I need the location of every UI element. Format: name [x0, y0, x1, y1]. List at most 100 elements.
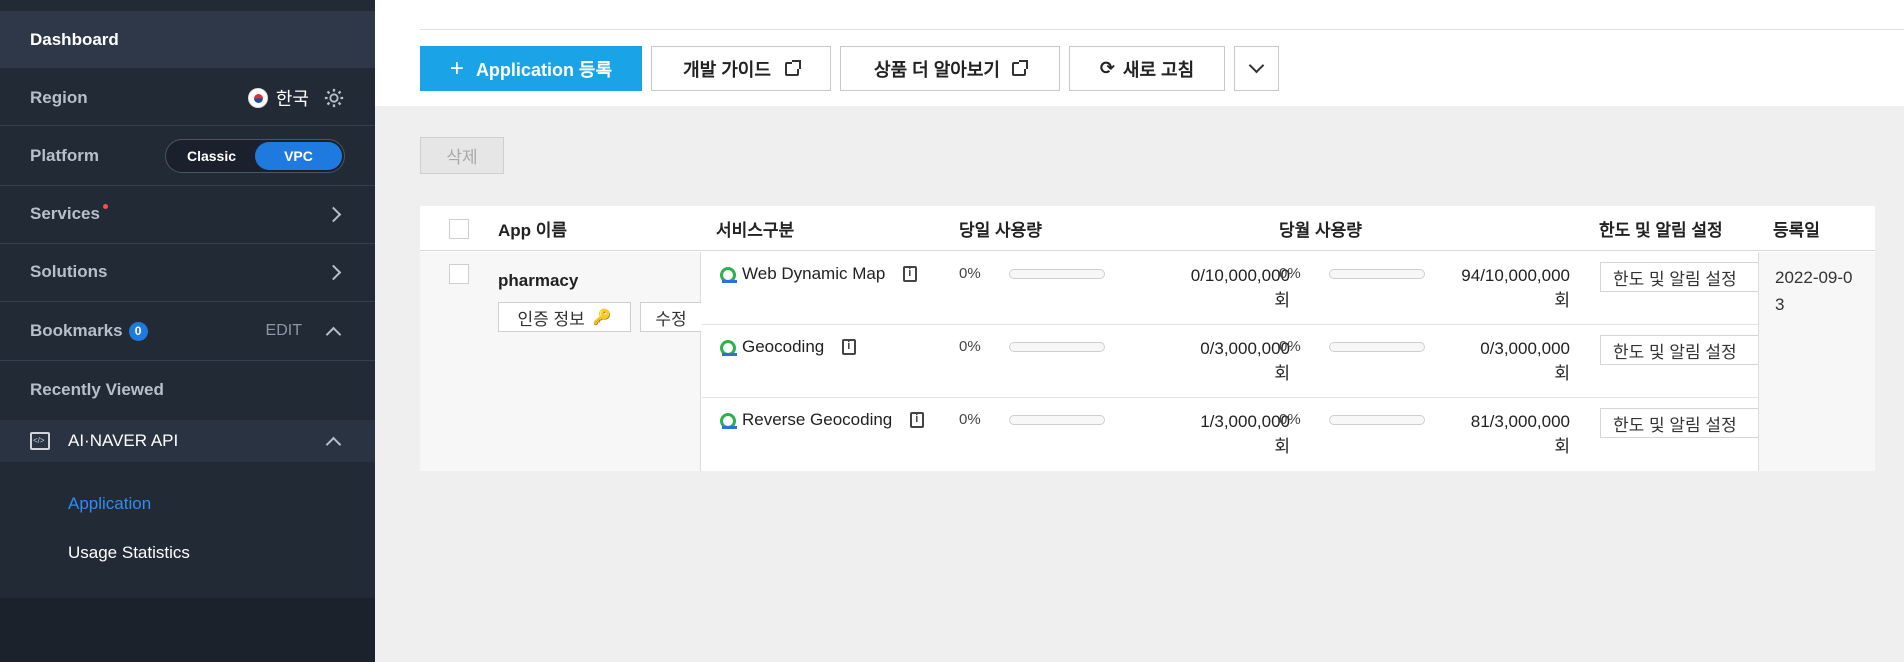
daily-usage-unit: 회 [1274, 364, 1290, 383]
gear-icon[interactable] [323, 87, 345, 109]
table-row: Web Dynamic Map 0% 0/10,000,000 회 0% 94/… [702, 252, 1758, 325]
korea-flag-icon [247, 88, 268, 108]
daily-usage-amount: 0/10,000,000 [1190, 266, 1290, 285]
sidebar-footer [0, 598, 375, 662]
registered-date-cell: 2022-09-03 [1758, 252, 1875, 471]
chevron-up-icon[interactable] [325, 326, 342, 342]
daily-usage-unit: 회 [1274, 437, 1290, 456]
bookmarks-count-badge: 0 [128, 321, 148, 341]
info-icon[interactable] [842, 339, 857, 355]
limit-settings-button[interactable]: 한도 및 알림 설정 [1600, 335, 1758, 365]
monthly-usage-amount: 0/3,000,000 [1480, 339, 1570, 358]
sidebar-item-services[interactable]: Services [0, 188, 375, 240]
monthly-usage-bar [1329, 269, 1425, 279]
chevron-right-icon [325, 206, 342, 222]
services-label: Services [30, 204, 100, 223]
sidebar-item-bookmarks[interactable]: Bookmarks 0 EDIT [0, 305, 375, 357]
sidebar-item-dashboard[interactable]: Dashboard [0, 11, 375, 68]
product-more-label: 상품 더 알아보기 [874, 59, 1000, 80]
dev-guide-label: 개발 가이드 [683, 59, 771, 80]
daily-usage-bar [1009, 415, 1105, 425]
divider [0, 125, 375, 126]
product-more-button[interactable]: 상품 더 알아보기 [840, 46, 1060, 91]
sidebar-item-ai-naver-api[interactable]: AI·NAVER API [0, 420, 375, 462]
sidebar-sub-usage-statistics[interactable]: Usage Statistics [68, 543, 190, 563]
daily-usage-value: 0/3,000,000 회 [1130, 336, 1290, 386]
daily-usage-value: 0/10,000,000 회 [1130, 263, 1290, 313]
platform-label: Platform [30, 146, 99, 165]
service-name: Reverse Geocoding [720, 410, 925, 430]
region-label: Region [30, 88, 88, 107]
bookmarks-edit-link[interactable]: EDIT [266, 322, 302, 340]
service-name: Web Dynamic Map [720, 264, 918, 284]
monthly-usage-amount: 81/3,000,000 [1470, 412, 1570, 431]
divider [0, 185, 375, 186]
sidebar-sub-application[interactable]: Application [68, 494, 151, 514]
app-name: pharmacy [498, 271, 579, 290]
recently-viewed-label: Recently Viewed [30, 380, 164, 399]
dashboard-label: Dashboard [30, 29, 119, 49]
chevron-up-icon [325, 436, 342, 452]
map-marker-icon [720, 340, 737, 356]
chevron-down-icon [1248, 57, 1265, 74]
sidebar-item-recently-viewed[interactable]: Recently Viewed [0, 364, 375, 416]
service-label: Reverse Geocoding [742, 410, 893, 429]
edit-app-button[interactable]: 수정 [640, 302, 701, 332]
monthly-usage-unit: 회 [1554, 437, 1570, 456]
monthly-percent: 0% [1279, 338, 1301, 355]
map-marker-icon [720, 267, 737, 283]
sidebar-item-solutions[interactable]: Solutions [0, 246, 375, 298]
auth-info-button[interactable]: 인증 정보 🔑 [498, 302, 631, 332]
platform-option-classic[interactable]: Classic [168, 142, 255, 170]
daily-percent: 0% [959, 265, 981, 282]
platform-row: Platform Classic VPC [0, 130, 375, 182]
map-marker-icon [720, 413, 737, 429]
header-monthly-usage: 당월 사용량 [1279, 221, 1362, 240]
limit-settings-button[interactable]: 한도 및 알림 설정 [1600, 408, 1758, 438]
header-limit-settings: 한도 및 알림 설정 [1599, 221, 1723, 240]
service-label: Geocoding [742, 337, 825, 356]
select-all-checkbox[interactable] [449, 218, 469, 239]
delete-button[interactable]: 삭제 [420, 137, 504, 174]
monthly-usage-unit: 회 [1554, 364, 1570, 383]
monthly-usage-value: 94/10,000,000 회 [1450, 263, 1570, 313]
plus-icon: + [449, 54, 464, 82]
registered-date: 2022-09-03 [1775, 268, 1853, 314]
key-icon: 🔑 [592, 309, 612, 326]
header-registered-date: 등록일 [1773, 221, 1820, 240]
daily-usage-bar [1009, 269, 1105, 279]
external-link-icon [784, 59, 801, 76]
notification-dot [102, 203, 108, 209]
monthly-usage-value: 0/3,000,000 회 [1410, 336, 1570, 386]
refresh-button[interactable]: ⟳ 새로 고침 [1069, 46, 1225, 91]
info-icon[interactable] [903, 266, 918, 282]
add-application-button[interactable]: + Application 등록 [420, 46, 642, 91]
header-service-type: 서비스구분 [716, 221, 795, 240]
daily-usage-amount: 0/3,000,000 [1200, 339, 1290, 358]
more-dropdown-button[interactable] [1234, 46, 1279, 91]
divider [0, 360, 375, 361]
monthly-percent: 0% [1279, 265, 1301, 282]
platform-option-vpc[interactable]: VPC [255, 142, 342, 170]
header-app-name: App 이름 [498, 221, 568, 240]
header-checkbox-cell [449, 206, 469, 251]
external-link-icon [1011, 59, 1028, 76]
region-value[interactable]: 한국 [276, 85, 309, 111]
table-row: Geocoding 0% 0/3,000,000 회 0% 0/3,000,00… [702, 325, 1758, 398]
edit-app-label: 수정 [655, 309, 687, 329]
table-header: App 이름 서비스구분 당일 사용량 당월 사용량 한도 및 알림 설정 등록… [420, 206, 1875, 251]
daily-usage-bar [1009, 342, 1105, 352]
divider [0, 301, 375, 302]
bookmarks-label: Bookmarks [30, 321, 123, 340]
info-icon[interactable] [910, 412, 925, 428]
refresh-icon: ⟳ [1099, 58, 1115, 78]
monthly-usage-unit: 회 [1554, 291, 1570, 310]
sidebar: Dashboard Region 한국 Platform Classic VPC… [0, 0, 375, 662]
limit-settings-button[interactable]: 한도 및 알림 설정 [1600, 262, 1758, 292]
daily-percent: 0% [959, 338, 981, 355]
service-name: Geocoding [720, 337, 857, 357]
header-daily-usage: 당일 사용량 [959, 221, 1042, 240]
platform-toggle[interactable]: Classic VPC [165, 139, 345, 173]
row-checkbox[interactable] [449, 264, 469, 284]
dev-guide-button[interactable]: 개발 가이드 [651, 46, 831, 91]
